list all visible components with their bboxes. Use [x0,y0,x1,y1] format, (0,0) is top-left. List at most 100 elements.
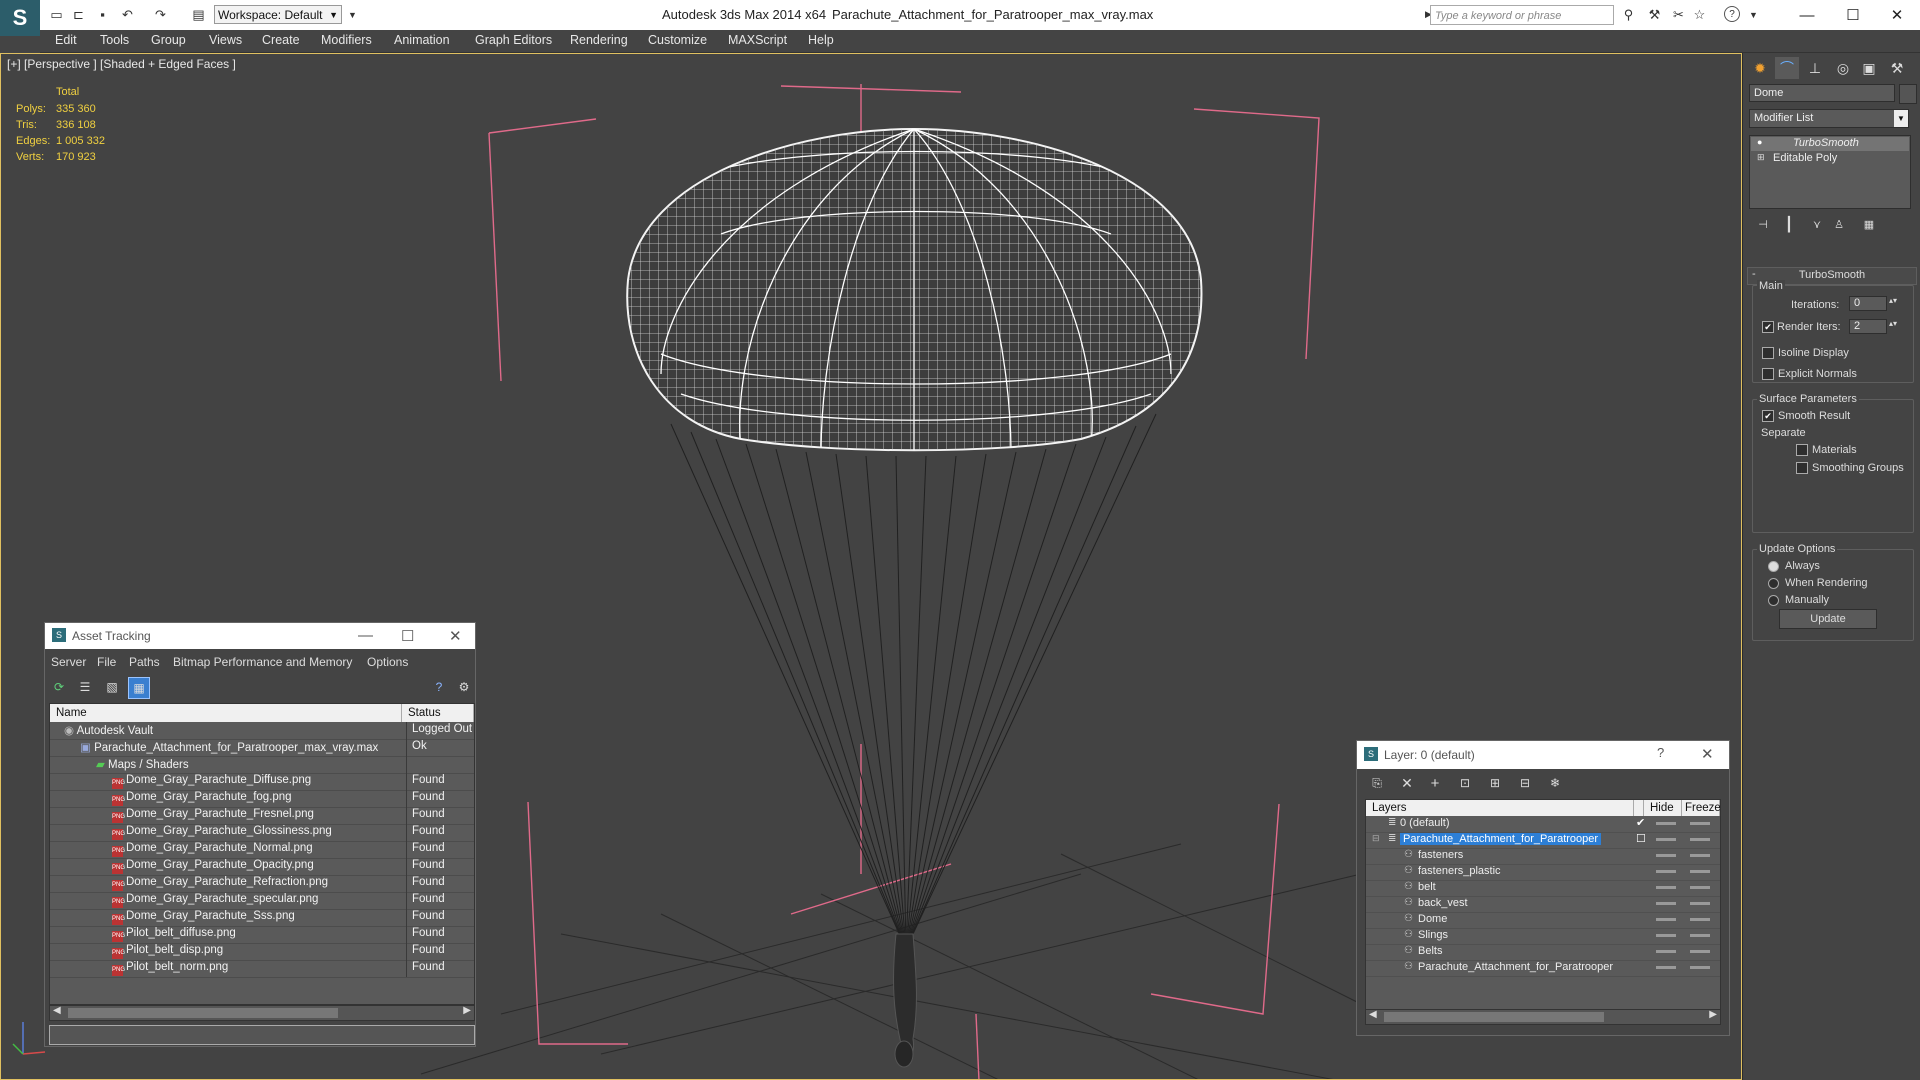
isoline-display-checkbox[interactable] [1762,347,1774,359]
light-bulb-icon[interactable]: ● [1757,137,1762,147]
expand-icon[interactable]: ⊟ [1372,833,1380,844]
set-current-icon[interactable]: ☐ [1636,832,1646,845]
asset-row[interactable]: PNGDome_Gray_Parachute_Diffuse.png Found [50,773,474,791]
scroll-thumb[interactable] [68,1008,338,1018]
menu-animation[interactable]: Animation [394,33,450,47]
asset-row[interactable]: ▰ Maps / Shaders [50,756,474,774]
materials-checkbox[interactable] [1796,444,1808,456]
current-layer-check-icon[interactable]: ✔ [1636,816,1645,829]
render-iters-checkbox[interactable]: ✔ [1762,321,1774,333]
asset-row[interactable]: PNGDome_Gray_Parachute_specular.png Found [50,892,474,910]
asset-row[interactable]: PNGDome_Gray_Parachute_Glossiness.png Fou… [50,824,474,842]
app-logo-icon[interactable]: S [0,0,40,36]
asset-row[interactable]: PNGDome_Gray_Parachute_Opacity.png Found [50,858,474,876]
freeze-toggle[interactable]: ▬▬ [1690,897,1710,908]
freeze-toggle[interactable]: ▬▬ [1690,865,1710,876]
help-icon[interactable]: ? [1657,745,1664,760]
help-icon[interactable]: ? [1724,6,1740,22]
vault-settings-icon[interactable]: ⚙ [454,677,474,697]
freeze-toggle[interactable]: ▬▬ [1690,961,1710,972]
menu-graph-editors[interactable]: Graph Editors [475,33,552,47]
scroll-left-icon[interactable]: ◀ [1369,1009,1377,1020]
object-color-swatch[interactable] [1899,84,1917,104]
binoculars-icon[interactable]: ⚲ [1620,6,1637,23]
layer-row[interactable]: ⚇ back_vest ▬▬ ▬▬ [1366,896,1720,913]
hide-toggle[interactable]: ▬▬ [1656,865,1676,876]
layer-row[interactable]: ⚇ Parachute_Attachment_for_Paratrooper ▬▬ ▬… [1366,960,1720,977]
layer-row[interactable]: ⚇ belt ▬▬ ▬▬ [1366,880,1720,897]
show-end-result-icon[interactable]: ┃ [1777,213,1801,235]
menu-bitmap-performance[interactable]: Bitmap Performance and Memory [173,655,352,669]
manually-radio[interactable] [1768,595,1779,606]
menu-create[interactable]: Create [262,33,300,47]
asset-row[interactable]: PNGPilot_belt_disp.png Found [50,943,474,961]
render-iters-field[interactable]: 2 [1849,319,1887,334]
close-button[interactable]: ✕ [1874,0,1920,30]
help-menu-icon[interactable]: ▼ [1745,6,1762,23]
asset-row[interactable]: ◉ Autodesk Vault Logged Out [50,722,474,740]
hide-toggle[interactable]: ▬▬ [1656,881,1676,892]
modify-tab-icon[interactable]: ⌒ [1775,57,1799,79]
highlight-selected-icon[interactable]: ⊞ [1485,773,1505,793]
save-icon[interactable]: ▪ [94,6,111,23]
delete-layer-icon[interactable]: ✕ [1397,773,1417,793]
workspace-dropdown[interactable]: Workspace: Default ▼ [214,5,342,24]
menu-file[interactable]: File [97,655,116,669]
update-button[interactable]: Update [1779,609,1877,629]
when-rendering-radio[interactable] [1768,578,1779,589]
scroll-right-icon[interactable]: ▶ [1709,1009,1717,1020]
list-view-icon[interactable]: ☰ [75,677,95,697]
column-header-layers[interactable]: Layers [1366,800,1634,816]
minimize-button[interactable]: — [1784,0,1830,30]
asset-row[interactable]: PNGPilot_belt_diffuse.png Found [50,926,474,944]
column-header-name[interactable]: Name [50,704,402,722]
maximize-button[interactable]: ☐ [401,627,414,645]
hide-toggle[interactable]: ▬▬ [1656,817,1676,828]
freeze-all-layers-icon[interactable]: ❄ [1545,773,1565,793]
menu-edit[interactable]: Edit [55,33,77,47]
pin-stack-icon[interactable]: ⊣ [1751,213,1775,235]
column-header-current[interactable] [1634,800,1644,816]
menu-views[interactable]: Views [209,33,242,47]
undo-icon[interactable]: ↶ [119,6,136,23]
menu-options[interactable]: Options [367,655,408,669]
layer-row[interactable]: ⚇ Slings ▬▬ ▬▬ [1366,928,1720,945]
hide-toggle[interactable]: ▬▬ [1656,913,1676,924]
menu-tools[interactable]: Tools [100,33,129,47]
status-bar-field[interactable] [49,1025,475,1045]
new-file-icon[interactable]: ▭ [48,6,65,23]
asset-row[interactable]: ▣ Parachute_Attachment_for_Paratrooper_m… [50,739,474,757]
asset-row[interactable]: PNGPilot_belt_norm.png Found [50,960,474,978]
create-layer-icon[interactable]: ⎘ [1367,773,1387,793]
hide-toggle[interactable]: ▬▬ [1656,849,1676,860]
column-header-hide[interactable]: Hide [1644,800,1682,816]
scroll-right-icon[interactable]: ▶ [463,1005,471,1016]
menu-group[interactable]: Group [151,33,186,47]
hierarchy-tab-icon[interactable]: ⊥ [1803,57,1827,79]
communication-center-icon[interactable]: ⚒ [1646,6,1663,23]
column-header-status[interactable]: Status [402,704,474,722]
layer-window-titlebar[interactable]: S Layer: 0 (default) ? ✕ [1357,741,1729,769]
maximize-button[interactable]: ☐ [1830,0,1876,30]
stack-item-turbosmooth[interactable]: ● TurboSmooth [1751,137,1909,151]
layer-row[interactable]: ⚇ fasteners ▬▬ ▬▬ [1366,848,1720,865]
close-button[interactable]: ✕ [449,627,462,645]
freeze-toggle[interactable]: ▬▬ [1690,833,1710,844]
project-folder-icon[interactable]: ▤ [190,6,207,23]
select-objects-icon[interactable]: ⊡ [1455,773,1475,793]
asset-row[interactable]: PNGDome_Gray_Parachute_Normal.png Found [50,841,474,859]
open-file-icon[interactable]: ⊏ [70,6,87,23]
motion-tab-icon[interactable]: ◎ [1831,57,1855,79]
asset-row[interactable]: PNGDome_Gray_Parachute_Fresnel.png Found [50,807,474,825]
viewport-label[interactable]: [+] [Perspective ] [Shaded + Edged Faces… [7,57,236,71]
make-unique-icon[interactable]: ⋎ [1805,213,1829,235]
horizontal-scrollbar[interactable]: ◀ ▶ [49,1005,475,1021]
display-tab-icon[interactable]: ▣ [1857,57,1881,79]
asset-row[interactable]: PNGDome_Gray_Parachute_Sss.png Found [50,909,474,927]
asset-row[interactable]: PNGDome_Gray_Parachute_Refraction.png Fou… [50,875,474,893]
workspace-menu-icon[interactable]: ▼ [344,6,361,23]
menu-modifiers[interactable]: Modifiers [321,33,372,47]
hide-toggle[interactable]: ▬▬ [1656,897,1676,908]
hide-toggle[interactable]: ▬▬ [1656,945,1676,956]
favorites-icon[interactable]: ☆ [1691,6,1708,23]
